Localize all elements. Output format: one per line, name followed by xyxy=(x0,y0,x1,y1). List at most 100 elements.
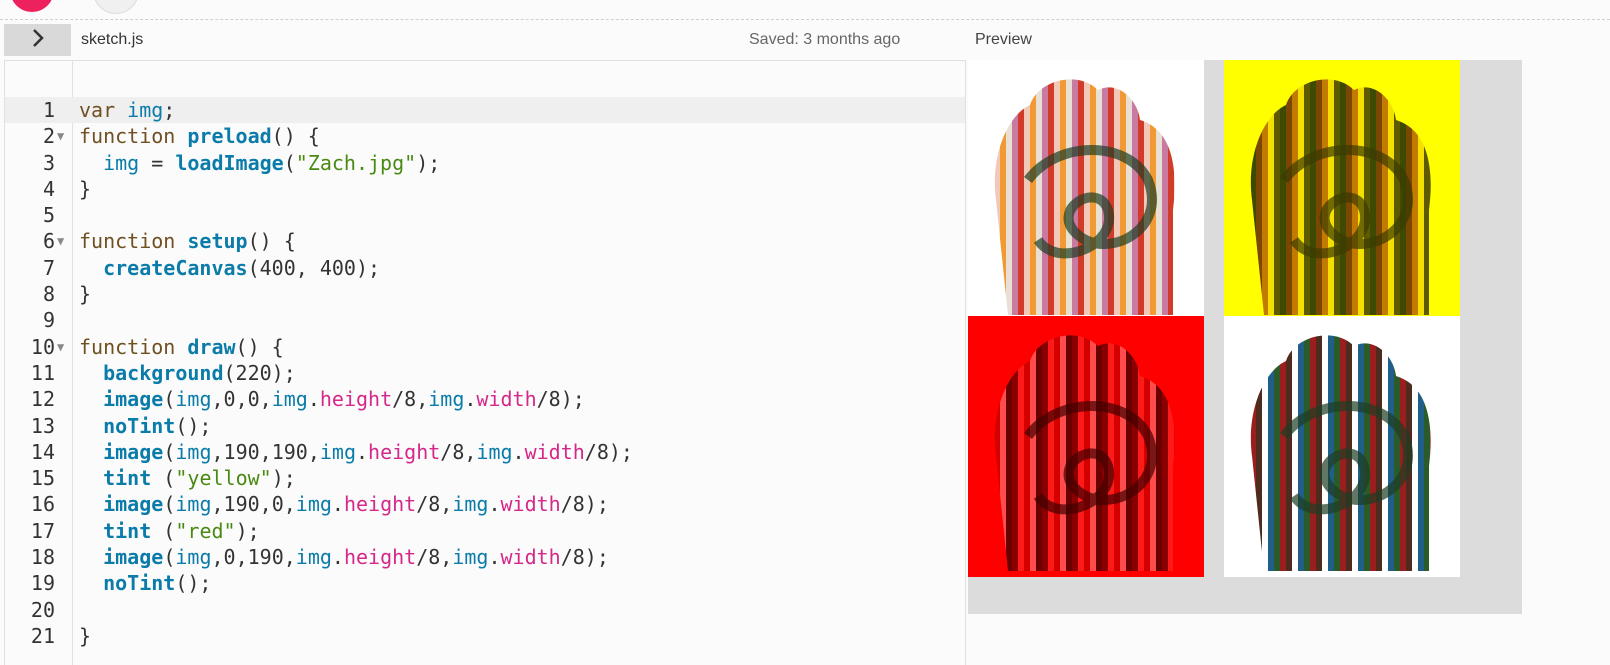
code-line[interactable]: 9 xyxy=(5,307,965,333)
stop-button[interactable] xyxy=(93,0,139,14)
code-token: (220); xyxy=(223,360,296,385)
code-text: function setup() { xyxy=(79,228,296,254)
line-number: 15 xyxy=(30,466,55,491)
line-number: 8 xyxy=(42,282,55,307)
sidebar-toggle-button[interactable] xyxy=(4,24,71,56)
code-line[interactable]: 13 noTint(); xyxy=(5,413,965,439)
code-text: background(220); xyxy=(79,360,296,386)
code-line[interactable]: 15 tint ("yellow"); xyxy=(5,465,965,491)
code-line[interactable]: 3 img = loadImage("Zach.jpg"); xyxy=(5,150,965,176)
code-token: . xyxy=(331,492,344,517)
code-token: background xyxy=(103,360,224,385)
line-number: 3 xyxy=(42,150,55,175)
code-token: loadImage xyxy=(175,150,284,175)
file-name[interactable]: sketch.js xyxy=(81,31,143,49)
code-line[interactable]: 19 noTint(); xyxy=(5,570,965,596)
code-token: ( xyxy=(163,387,176,412)
fold-arrow-icon[interactable]: ▼ xyxy=(57,334,64,360)
saved-status: Saved: 3 months ago xyxy=(749,31,901,48)
code-token: function xyxy=(79,334,188,359)
code-token: width xyxy=(500,492,561,517)
line-number: 17 xyxy=(30,518,55,543)
line-number: 16 xyxy=(30,492,55,517)
code-token: ,0,190, xyxy=(211,545,296,570)
line-number: 2 xyxy=(42,124,55,149)
code-token: /8); xyxy=(584,439,633,464)
code-line[interactable]: 4} xyxy=(5,176,965,202)
line-number: 6 xyxy=(42,229,55,254)
code-token: } xyxy=(79,282,92,307)
code-token: noTint xyxy=(103,571,176,596)
code-token: "Zach.jpg" xyxy=(295,150,417,175)
preview-image-bottom-left xyxy=(968,316,1204,577)
code-line[interactable]: 21} xyxy=(5,623,965,649)
code-token: img xyxy=(175,545,212,570)
line-number: 18 xyxy=(30,545,55,570)
code-text: } xyxy=(79,176,91,202)
code-lines[interactable]: 1 var img; 2 ▼ function preload() {3 img = l… xyxy=(5,97,965,649)
code-line[interactable]: 11 background(220); xyxy=(5,360,965,386)
code-token: . xyxy=(355,439,369,464)
line-number: 21 xyxy=(30,623,55,648)
code-token: img xyxy=(452,545,489,570)
chevron-right-icon xyxy=(31,28,45,53)
code-line[interactable]: 10 ▼ function draw() { xyxy=(5,334,965,360)
play-button[interactable] xyxy=(10,0,54,12)
code-token: ( xyxy=(151,466,176,491)
code-line[interactable]: 8} xyxy=(5,281,965,307)
preview-image-top-left xyxy=(968,60,1204,321)
code-token: () { xyxy=(247,229,296,254)
code-line[interactable]: 12 image(img,0,0,img.height/8,img.width/… xyxy=(5,386,965,412)
code-line[interactable]: 18 image(img,0,190,img.height/8,img.widt… xyxy=(5,544,965,570)
code-line[interactable]: 7 createCanvas(400, 400); xyxy=(5,255,965,281)
code-token: width xyxy=(524,439,585,464)
code-token: ( xyxy=(163,439,176,464)
code-token: createCanvas xyxy=(103,255,248,280)
code-token: height xyxy=(343,545,417,570)
code-token: ); xyxy=(416,150,441,175)
code-token: height xyxy=(343,492,417,517)
code-token: "red" xyxy=(175,518,236,543)
code-token: height xyxy=(368,439,441,464)
code-token: . xyxy=(464,387,477,412)
code-line[interactable]: 14 image(img,190,190,img.height/8,img.wi… xyxy=(5,439,965,465)
code-text: } xyxy=(79,281,91,307)
fold-arrow-icon[interactable]: ▼ xyxy=(57,123,64,149)
code-token: function xyxy=(79,124,188,149)
line-number: 14 xyxy=(30,439,55,464)
preview-image-top-right xyxy=(1224,60,1460,321)
code-token: . xyxy=(488,545,501,570)
code-line[interactable]: 5 xyxy=(5,202,965,228)
code-token: height xyxy=(319,387,393,412)
code-editor[interactable]: 1 var img; 2 ▼ function preload() {3 img = l… xyxy=(4,60,966,665)
line-number: 5 xyxy=(42,203,55,228)
fold-arrow-icon[interactable]: ▼ xyxy=(57,228,64,254)
code-text: noTint(); xyxy=(79,570,211,596)
code-token: tint xyxy=(103,466,152,491)
preview-image-bottom-right xyxy=(1224,316,1460,577)
code-token: img xyxy=(175,439,212,464)
code-line[interactable]: 1 var img; xyxy=(5,97,965,123)
preview-canvas[interactable] xyxy=(968,60,1522,614)
code-token: tint xyxy=(103,518,152,543)
code-text: } xyxy=(79,623,91,649)
line-number: 9 xyxy=(42,308,55,333)
code-token: function xyxy=(79,229,188,254)
code-line[interactable]: 2 ▼ function preload() { xyxy=(5,123,965,149)
code-token: /8); xyxy=(560,545,609,570)
code-token: img xyxy=(295,492,332,517)
line-number: 7 xyxy=(42,255,55,280)
code-line[interactable]: 20 xyxy=(5,597,965,623)
line-number: 20 xyxy=(30,597,55,622)
code-token: () { xyxy=(271,124,320,149)
code-line[interactable]: 16 image(img,190,0,img.height/8,img.widt… xyxy=(5,491,965,517)
code-text: var img; xyxy=(79,97,175,123)
code-line[interactable]: 6 ▼ function setup() { xyxy=(5,228,965,254)
code-line[interactable]: 17 tint ("red"); xyxy=(5,518,965,544)
